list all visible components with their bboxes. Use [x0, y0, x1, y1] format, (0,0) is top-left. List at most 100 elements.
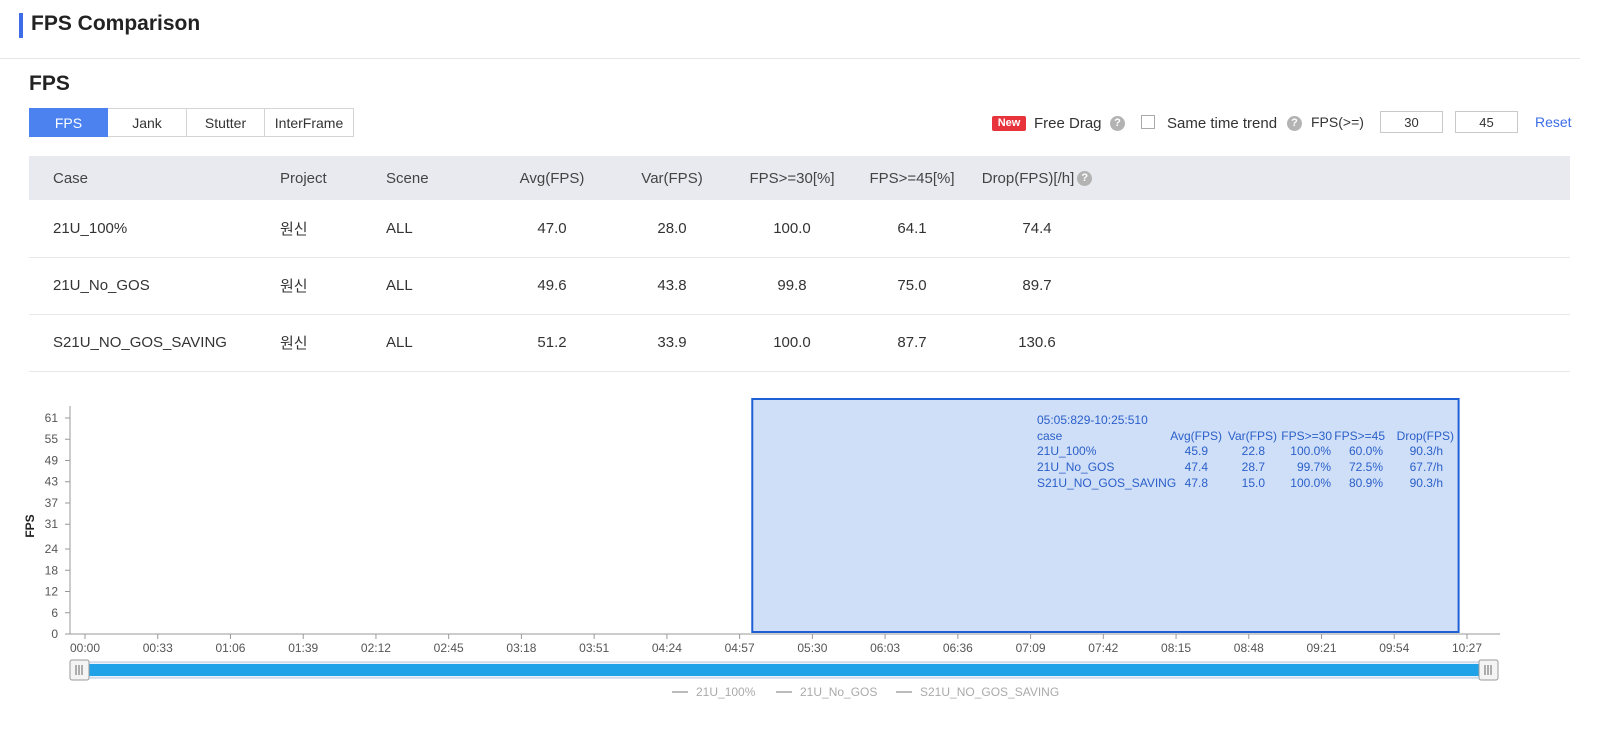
cell-fps-ge-45: 75.0: [897, 277, 927, 294]
help-icon[interactable]: ?: [1287, 116, 1302, 131]
selection-column-header: case: [1037, 429, 1063, 443]
x-tick-label: 01:06: [215, 641, 245, 655]
cell-spacer: [1102, 200, 1570, 257]
x-tick-label: 10:27: [1452, 641, 1482, 655]
cell-fps-ge-45: 64.1: [897, 219, 927, 237]
column-header-case: Case: [53, 169, 89, 187]
y-tick-label: 6: [51, 606, 58, 620]
x-tick-label: 09:21: [1307, 641, 1337, 655]
section-title: FPS: [29, 72, 70, 95]
page-header: FPS Comparison: [0, 0, 1580, 59]
x-tick-label: 06:03: [870, 641, 900, 655]
selection-row-value: 15.0: [1242, 476, 1266, 490]
help-icon[interactable]: ?: [1110, 116, 1125, 131]
cell-avg-fps: 49.6: [537, 277, 567, 294]
cell-case: S21U_NO_GOS_SAVING: [53, 334, 227, 351]
column-header-project: Project: [280, 169, 327, 187]
y-tick-label: 61: [45, 411, 59, 425]
column-header-scene: Scene: [386, 169, 429, 187]
legend-item-label: S21U_NO_GOS_SAVING: [920, 685, 1059, 699]
x-tick-label: 00:00: [70, 641, 100, 655]
selection-row-value: 90.3/h: [1410, 444, 1443, 458]
selection-row-label: 21U_No_GOS: [1037, 460, 1114, 474]
column-header-drop-fps-label: Drop(FPS)[/h]: [981, 169, 1075, 187]
legend-item-label: 21U_100%: [696, 685, 756, 699]
selection-column-header: Avg(FPS): [1170, 429, 1222, 443]
reset-link[interactable]: Reset: [1535, 114, 1572, 130]
column-header-var-fps: Var(FPS): [641, 169, 703, 187]
selection-row-value: 90.3/h: [1410, 476, 1443, 490]
selection-row-label: 21U_100%: [1037, 444, 1097, 458]
cell-var-fps: 33.9: [657, 334, 687, 351]
y-tick-label: 0: [51, 627, 58, 641]
selection-row-value: 28.7: [1242, 460, 1266, 474]
y-tick-label: 43: [45, 475, 59, 489]
cell-fps-ge-30: 100.0: [773, 219, 811, 237]
cell-drop-fps: 74.4: [1022, 219, 1052, 237]
x-tick-label: 03:51: [579, 641, 609, 655]
fps-threshold-2-input[interactable]: [1455, 111, 1518, 133]
selection-column-header: FPS>=30: [1281, 429, 1332, 443]
x-tick-label: 00:33: [143, 641, 173, 655]
selection-row-value: 100.0%: [1290, 476, 1331, 490]
selection-row-value: 47.8: [1185, 476, 1209, 490]
table-header-row: Case Project Scene Avg(FPS) Var(FPS) FPS…: [29, 156, 1570, 200]
y-tick-label: 37: [45, 496, 59, 510]
cell-spacer: [1102, 314, 1570, 371]
selection-row-value: 47.4: [1185, 460, 1209, 474]
cell-fps-ge-30: 100.0: [773, 334, 811, 351]
cell-drop-fps: 130.6: [1018, 334, 1056, 351]
cell-drop-fps: 89.7: [1022, 277, 1052, 294]
free-drag-toggle[interactable]: Free Drag: [1034, 115, 1102, 132]
selection-row-value: 100.0%: [1290, 444, 1331, 458]
cell-case: 21U_No_GOS: [53, 277, 150, 294]
y-axis-label: FPS: [23, 514, 37, 537]
fps-threshold-1-input[interactable]: [1380, 111, 1443, 133]
selection-row-value: 72.5%: [1349, 460, 1383, 474]
x-tick-label: 07:42: [1088, 641, 1118, 655]
fps-summary-table: Case Project Scene Avg(FPS) Var(FPS) FPS…: [29, 156, 1570, 372]
x-tick-label: 08:15: [1161, 641, 1191, 655]
x-tick-label: 01:39: [288, 641, 318, 655]
same-time-label: Same time trend: [1167, 115, 1278, 132]
x-tick-label: 09:54: [1379, 641, 1409, 655]
selection-row-value: 67.7/h: [1410, 460, 1443, 474]
y-tick-label: 18: [45, 563, 59, 577]
table-row[interactable]: 21U_No_GOS 원신 ALL 49.6 43.8 99.8 75.0 89…: [29, 257, 1570, 314]
selection-column-header: Drop(FPS): [1397, 429, 1454, 443]
x-tick-label: 06:36: [943, 641, 973, 655]
chart-controls: New Free Drag ? Same time trend ? FPS(>=…: [0, 111, 1600, 137]
column-header-fps-ge-30: FPS>=30[%]: [749, 169, 835, 187]
help-icon[interactable]: ?: [1077, 171, 1093, 187]
x-tick-label: 04:57: [725, 641, 755, 655]
header-accent-bar: [19, 13, 23, 38]
same-time-checkbox[interactable]: [1141, 115, 1155, 129]
y-tick-label: 31: [45, 517, 59, 531]
page-title: FPS Comparison: [31, 12, 201, 35]
zoom-slider-range[interactable]: [80, 664, 1488, 676]
column-header-avg-fps: Avg(FPS): [519, 169, 585, 187]
x-tick-label: 04:24: [652, 641, 682, 655]
fps-threshold-label: FPS(>=): [1311, 114, 1364, 130]
fps-line-chart[interactable]: 0 6 12 18 24 31 37 43 49 55 61 FPS 00:00 00:33 01:06 01…: [0, 390, 1600, 730]
cell-fps-ge-30: 99.8: [777, 277, 807, 294]
cell-project: 원신: [280, 335, 308, 352]
cell-spacer: [1102, 257, 1570, 314]
x-tick-label: 07:09: [1016, 641, 1046, 655]
x-tick-label: 05:30: [797, 641, 827, 655]
cell-case: 21U_100%: [53, 219, 128, 237]
cell-scene: ALL: [386, 334, 413, 351]
x-tick-label: 02:12: [361, 641, 391, 655]
cell-project: 원신: [280, 220, 308, 238]
y-tick-label: 24: [45, 542, 59, 556]
selection-row-value: 45.9: [1185, 444, 1209, 458]
cell-scene: ALL: [386, 277, 413, 294]
selection-row-label: S21U_NO_GOS_SAVING: [1037, 476, 1176, 490]
selection-column-header: FPS>=45: [1334, 429, 1385, 443]
cell-var-fps: 43.8: [657, 277, 687, 294]
cell-fps-ge-45: 87.7: [897, 334, 927, 351]
selection-range-label: 05:05:829-10:25:510: [1037, 413, 1148, 427]
table-row[interactable]: S21U_NO_GOS_SAVING 원신 ALL 51.2 33.9 100.…: [29, 314, 1570, 371]
table-row[interactable]: 21U_100% 원신 ALL 47.0 28.0 100.0 64.1 74.…: [29, 200, 1570, 257]
y-tick-label: 12: [45, 585, 59, 599]
